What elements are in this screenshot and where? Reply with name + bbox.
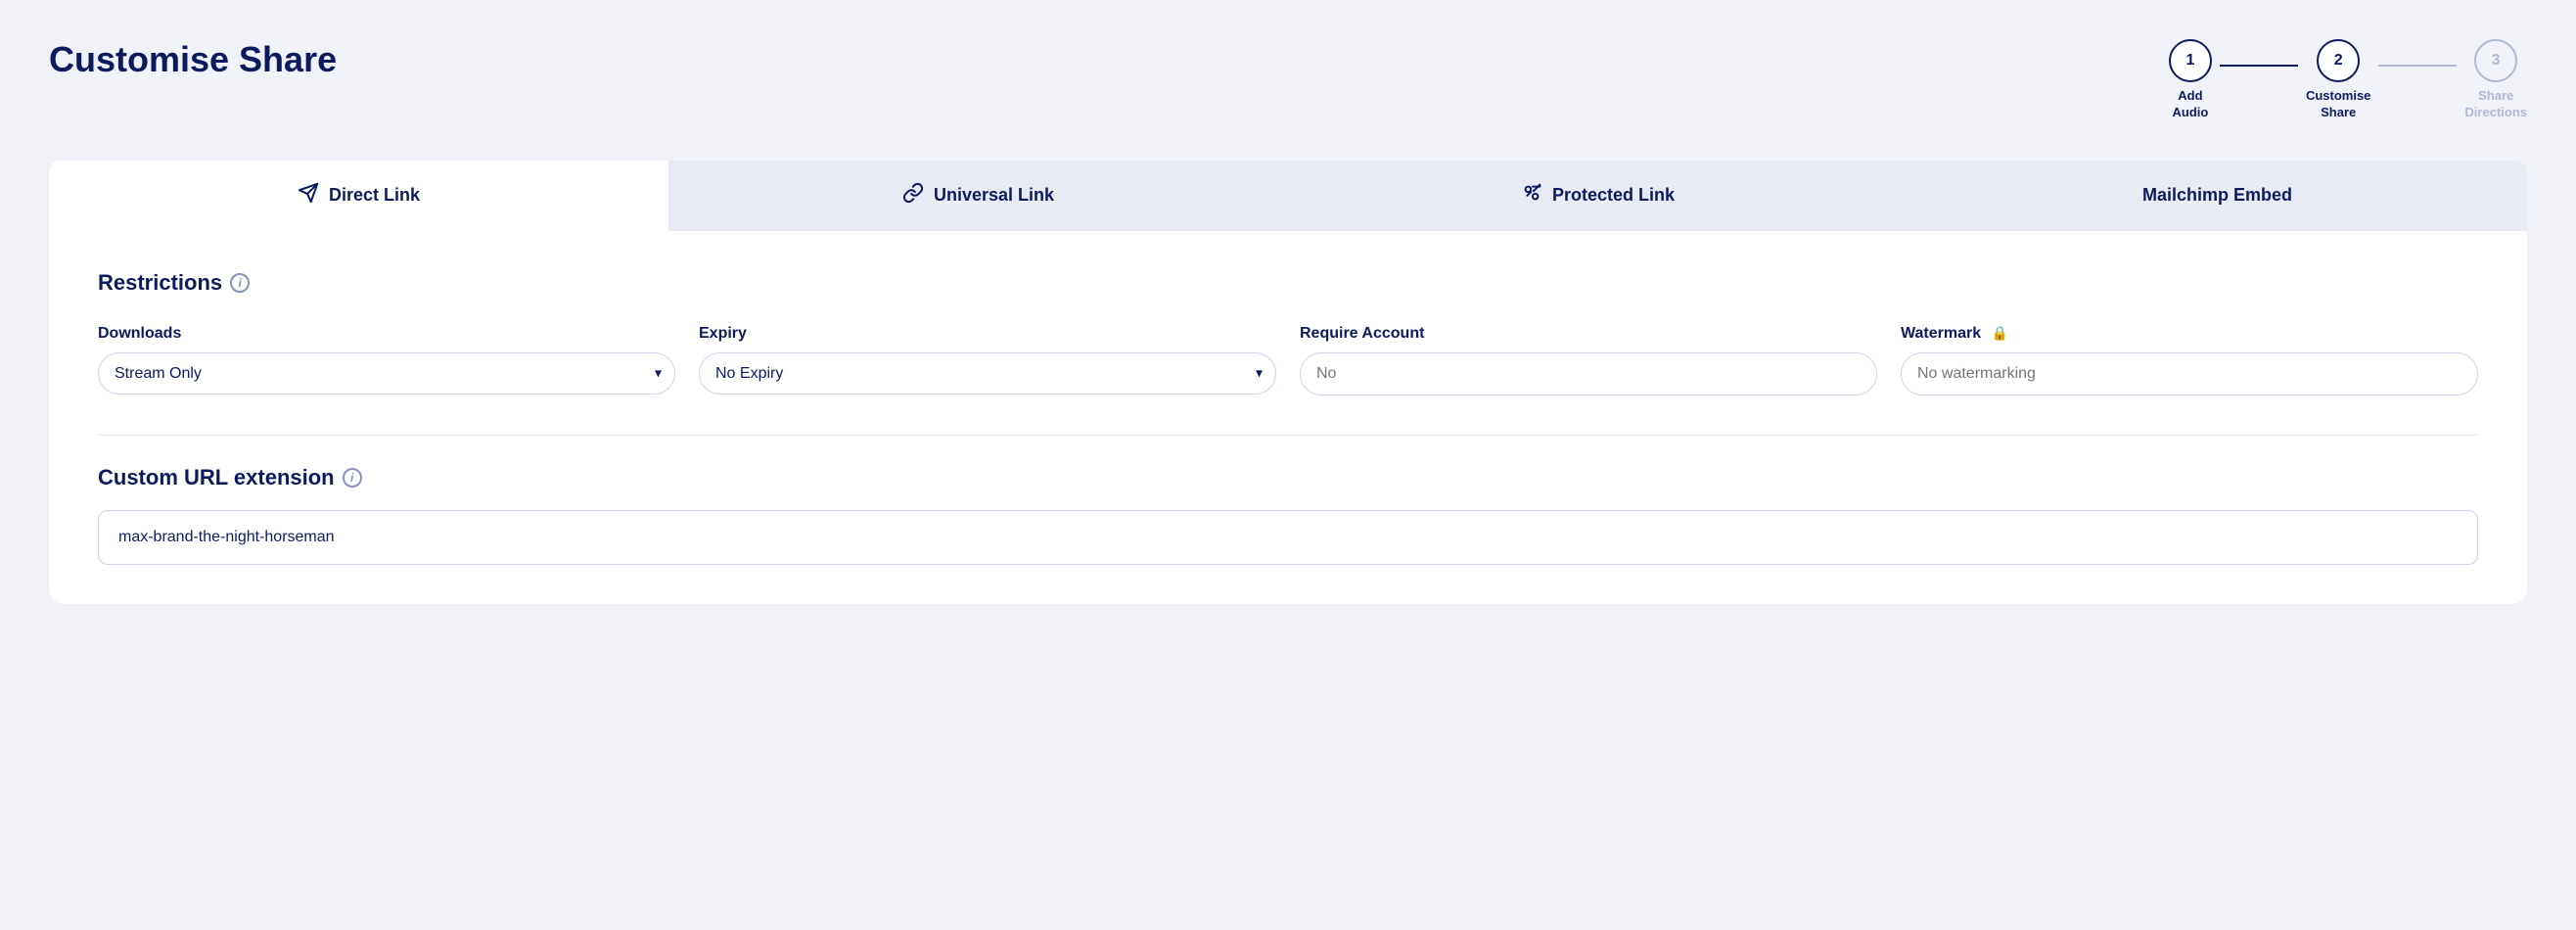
watermark-label: Watermark 🔒 (1901, 325, 2478, 343)
custom-url-title-text: Custom URL extension (98, 465, 335, 490)
step-3: 3 ShareDirections (2464, 39, 2527, 121)
expiry-select[interactable]: No Expiry 1 Day 7 Days 30 Days (699, 352, 1276, 395)
tabs-container: Direct Link Universal Link Protected Lin… (49, 161, 2527, 231)
tab-direct-link[interactable]: Direct Link (49, 161, 668, 231)
custom-url-info-icon[interactable]: i (343, 468, 362, 488)
require-account-label: Require Account (1300, 325, 1877, 343)
content-card: Restrictions i Downloads Stream Only All… (49, 231, 2527, 604)
section-divider (98, 435, 2478, 436)
require-account-field: Require Account (1300, 325, 1877, 395)
step-1-circle: 1 (2169, 39, 2212, 82)
watermark-field: Watermark 🔒 (1901, 325, 2478, 395)
step-3-label: ShareDirections (2464, 88, 2527, 121)
expiry-select-wrapper: No Expiry 1 Day 7 Days 30 Days ▾ (699, 352, 1276, 395)
step-2: 2 CustomiseShare (2306, 39, 2370, 121)
downloads-select-wrapper: Stream Only Allow Downloads No Access ▾ (98, 352, 675, 395)
step-1: 1 AddAudio (2169, 39, 2212, 121)
restrictions-title-text: Restrictions (98, 270, 222, 296)
tab-universal-link[interactable]: Universal Link (668, 161, 1288, 231)
tab-direct-link-label: Direct Link (329, 185, 420, 206)
custom-url-section-title: Custom URL extension i (98, 465, 2478, 490)
step-connector-2 (2378, 65, 2457, 67)
downloads-label: Downloads (98, 325, 675, 343)
restrictions-info-icon[interactable]: i (230, 273, 250, 293)
tab-mailchimp-embed[interactable]: Mailchimp Embed (1908, 161, 2527, 231)
step-connector-1 (2220, 65, 2298, 67)
restrictions-section-title: Restrictions i (98, 270, 2478, 296)
step-1-label: AddAudio (2173, 88, 2209, 121)
require-account-input[interactable] (1300, 352, 1877, 395)
tab-protected-link-label: Protected Link (1552, 185, 1675, 206)
universal-link-icon (902, 182, 924, 209)
downloads-select[interactable]: Stream Only Allow Downloads No Access (98, 352, 675, 395)
restrictions-form-grid: Downloads Stream Only Allow Downloads No… (98, 325, 2478, 395)
step-3-circle: 3 (2474, 39, 2517, 82)
downloads-field: Downloads Stream Only Allow Downloads No… (98, 325, 675, 395)
watermark-lock-icon: 🔒 (1992, 325, 2008, 341)
protected-link-icon (1521, 182, 1542, 209)
page-title: Customise Share (49, 39, 337, 80)
step-2-label: CustomiseShare (2306, 88, 2370, 121)
expiry-label: Expiry (699, 325, 1276, 343)
expiry-field: Expiry No Expiry 1 Day 7 Days 30 Days ▾ (699, 325, 1276, 395)
tab-universal-link-label: Universal Link (934, 185, 1054, 206)
tab-mailchimp-embed-label: Mailchimp Embed (2142, 185, 2292, 206)
custom-url-input[interactable] (98, 510, 2478, 565)
watermark-input[interactable] (1901, 352, 2478, 395)
step-2-circle: 2 (2317, 39, 2360, 82)
direct-link-icon (298, 182, 319, 209)
stepper: 1 AddAudio 2 CustomiseShare 3 ShareDirec… (2169, 39, 2527, 121)
tab-protected-link[interactable]: Protected Link (1288, 161, 1908, 231)
page-header: Customise Share 1 AddAudio 2 CustomiseSh… (49, 39, 2527, 121)
